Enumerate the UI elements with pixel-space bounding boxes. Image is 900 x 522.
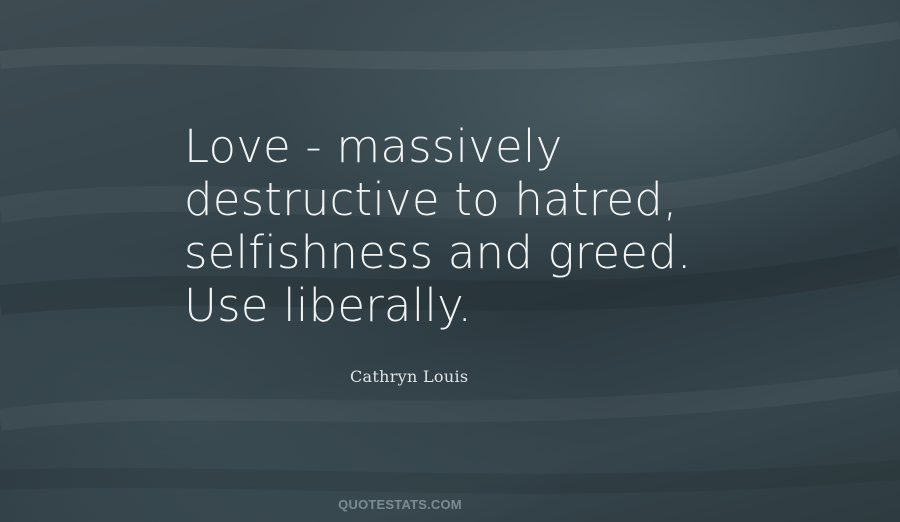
quote-author: Cathryn Louis: [350, 367, 469, 386]
texture-streak: [0, 21, 900, 70]
texture-streak: [0, 460, 900, 494]
quote-text: Love - massively destructive to hatred, …: [184, 120, 692, 332]
site-watermark: QUOTESTATS.COM: [338, 497, 462, 512]
texture-streak: [0, 369, 900, 431]
